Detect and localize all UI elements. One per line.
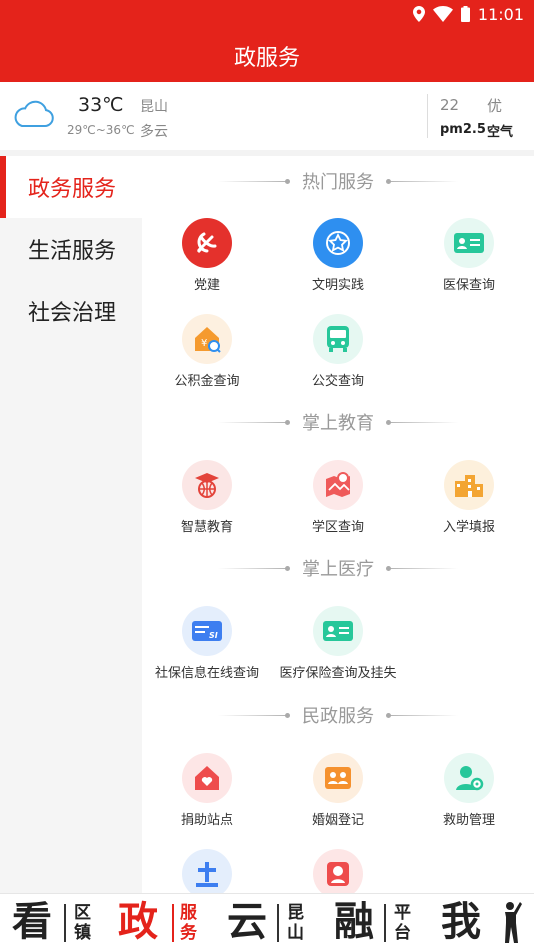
bus-icon [313,314,363,364]
tab-sub-label: 服务 [180,903,197,943]
tab-main-char: 看 [12,899,52,945]
service-social-security-online[interactable]: SI 社保信息在线查询 [142,606,272,690]
flower-badge-icon [313,218,363,268]
page-title: 政服务 [233,46,300,71]
pm25-label: pm2.5 [440,122,486,137]
service-marriage-registration[interactable]: 婚姻登记 [273,753,403,837]
tab-divider [64,904,66,942]
tab-main-char: 云 [227,899,267,945]
app-header: 11:01 政服务 [0,0,534,82]
person-figure-icon [505,902,522,943]
tab-cloud-kunshan[interactable]: 云 昆山 [213,894,320,949]
section-header-civil-affairs: 民政服务 [142,700,534,730]
tab-main-char: 我 [441,899,481,945]
tab-sub-label: 区镇 [74,903,91,943]
service-label: 文明实践 [311,278,364,293]
service-medical-insurance-query[interactable]: 医保查询 [404,218,534,302]
temperature-range: 29℃~36℃ [67,123,135,137]
tab-divider [384,904,386,942]
sidebar-item-label: 生活服务 [28,239,117,264]
cloud-icon [14,100,54,127]
weather-widget[interactable]: 33℃ 29℃~36℃ 昆山 多云 22 优 pm2.5 空气 [0,82,534,150]
sidebar-item-label: 政务服务 [28,177,117,202]
service-label: 公交查询 [311,374,364,389]
service-school-district-query[interactable]: 学区查询 [273,460,403,544]
tab-main-char: 政 [118,899,158,945]
id-card-icon [313,606,363,656]
social-security-card-icon: SI [182,606,232,656]
service-label: 公积金查询 [174,374,240,389]
category-sidebar: 政务服务 生活服务 社会治理 [0,156,142,893]
service-label: 医疗保险查询及挂失 [279,666,397,681]
sidebar-item-government-services[interactable]: 政务服务 [0,156,142,218]
service-donation-sites[interactable]: 捐助站点 [142,753,272,837]
section-header-hot-services: 热门服务 [142,166,534,196]
service-elder-care[interactable] [273,849,403,893]
section-title: 掌上医疗 [302,559,374,580]
cemetery-icon [182,849,232,893]
party-emblem-icon [182,218,232,268]
service-label: 婚姻登记 [311,813,364,828]
tab-me[interactable]: 我 [427,894,534,949]
bottom-navigation: 看 区镇 政 服务 云 昆山 融 平台 我 [0,893,534,949]
location-icon [412,6,425,22]
weather-city: 昆山 [140,99,168,115]
heart-house-icon [182,753,232,803]
section-title: 民政服务 [302,706,374,727]
aqi-value: 22 [440,96,460,114]
house-fund-icon: ¥ [182,314,232,364]
service-relief-management[interactable]: 救助管理 [404,753,534,837]
section-header-education: 掌上教育 [142,407,534,437]
section-title: 掌上教育 [302,413,374,434]
sidebar-item-label: 社会治理 [28,301,117,326]
map-location-icon [313,460,363,510]
elder-care-icon [313,849,363,893]
weather-divider [427,94,428,138]
service-label: 捐助站点 [180,813,233,828]
section-title: 热门服务 [302,172,374,193]
service-label: 入学填报 [442,520,495,535]
tab-main-char: 融 [334,899,374,945]
service-label: 党建 [193,278,220,293]
tab-sub-label: 平台 [394,903,411,943]
service-enrollment-registration[interactable]: 入学填报 [404,460,534,544]
sidebar-item-social-governance[interactable]: 社会治理 [0,280,142,342]
svg-text:¥: ¥ [201,338,207,349]
service-party-building[interactable]: 党建 [142,218,272,302]
service-label: 智慧教育 [180,520,233,535]
person-gear-icon [444,753,494,803]
battery-icon [460,6,470,22]
tab-media-platform[interactable]: 融 平台 [320,894,427,949]
graduation-globe-icon [182,460,232,510]
service-civilization-practice[interactable]: 文明实践 [273,218,403,302]
services-panel: 热门服务 党建 文明实践 医保查询 ¥ 公积金查询 公交查询 掌上教育 智慧教育… [142,156,534,893]
svg-text:SI: SI [209,631,218,640]
aqi-level: 优 [487,97,503,115]
tab-sub-label: 昆山 [287,903,304,943]
clock: 11:01 [477,4,524,24]
service-bus-query[interactable]: 公交查询 [273,314,403,398]
tab-divider [172,904,174,942]
tab-divider [277,904,279,942]
sidebar-item-life-services[interactable]: 生活服务 [0,218,142,280]
section-header-medical: 掌上医疗 [142,553,534,583]
id-card-icon [444,218,494,268]
school-buildings-icon [444,460,494,510]
marriage-certificate-icon [313,753,363,803]
service-label: 社保信息在线查询 [154,666,259,681]
service-label: 学区查询 [311,520,364,535]
tab-district-town[interactable]: 看 区镇 [0,894,106,949]
current-temperature: 33℃ [78,94,124,116]
service-label: 救助管理 [442,813,495,828]
tab-government-services[interactable]: 政 服务 [106,894,213,949]
service-housing-fund-query[interactable]: ¥ 公积金查询 [142,314,272,398]
service-label: 医保查询 [442,278,495,293]
service-cemetery[interactable] [142,849,272,893]
air-label: 空气 [487,125,514,140]
status-bar: 11:01 [412,4,524,24]
weather-condition: 多云 [140,124,168,140]
service-medical-insurance-report-loss[interactable]: 医疗保险查询及挂失 [273,606,403,690]
service-smart-education[interactable]: 智慧教育 [142,460,272,544]
wifi-icon [432,6,453,22]
